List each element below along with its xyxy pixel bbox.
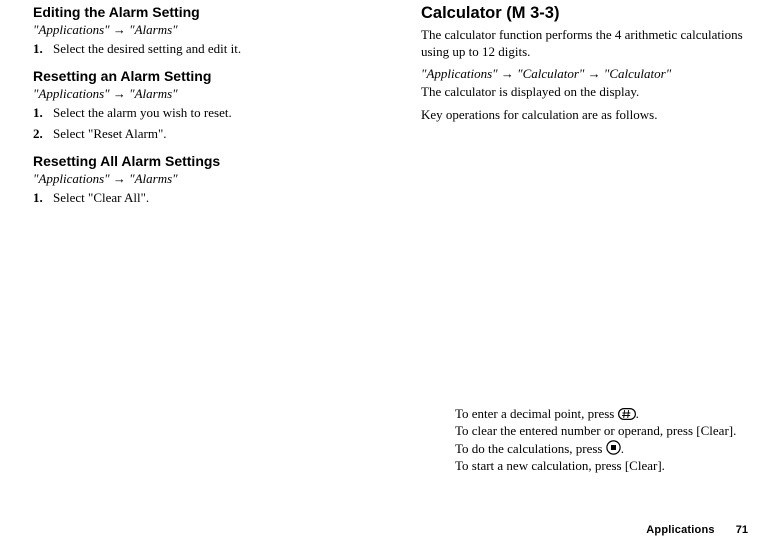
step-number: 1. [33,189,53,207]
steps-edit-alarm: 1. Select the desired setting and edit i… [33,40,378,58]
arrow-icon: → [113,22,126,37]
left-column: Editing the Alarm Setting "Applications"… [33,4,378,216]
instr-decimal: To enter a decimal point, press . [455,406,755,423]
nav-calculator: "Applications" → "Calculator" → "Calcula… [421,66,766,82]
nav-part: "Alarms" [129,22,177,37]
instr-decimal-text-b: . [636,406,639,421]
instr-clear-operand: To clear the entered number or operand, … [455,423,755,440]
section-reset-alarm: Resetting an Alarm Setting "Applications… [33,68,378,143]
list-item: 1. Select "Clear All". [33,189,378,207]
instr-do-calc-text-b: . [621,441,624,456]
hash-key-icon [618,408,636,420]
footer-page-number: 71 [736,524,748,536]
steps-reset-all-alarms: 1. Select "Clear All". [33,189,378,207]
nav-part: "Calculator" [517,66,584,81]
nav-part: "Applications" [421,66,498,81]
list-item: 2. Select "Reset Alarm". [33,125,378,143]
heading-calculator-code: (M 3-3) [506,4,559,22]
page-footer: Applications 71 [646,524,748,536]
section-edit-alarm: Editing the Alarm Setting "Applications"… [33,4,378,58]
center-key-icon [606,440,621,455]
calculator-intro: The calculator function performs the 4 a… [421,27,766,60]
arrow-icon: → [501,66,514,81]
step-number: 2. [33,125,53,143]
nav-part: "Applications" [33,86,110,101]
arrow-icon: → [113,171,126,186]
heading-reset-alarm: Resetting an Alarm Setting [33,68,378,84]
instr-decimal-text-a: To enter a decimal point, press [455,406,618,421]
step-text: Select "Reset Alarm". [53,125,167,143]
nav-part: "Alarms" [129,86,177,101]
step-text: Select the alarm you wish to reset. [53,104,232,122]
heading-calculator: Calculator (M 3-3) [421,4,766,23]
heading-calculator-text: Calculator [421,4,502,22]
heading-edit-alarm: Editing the Alarm Setting [33,4,378,20]
arrow-icon: → [588,66,601,81]
list-item: 1. Select the alarm you wish to reset. [33,104,378,122]
calculator-display-note: The calculator is displayed on the displ… [421,84,766,101]
instr-new-calc: To start a new calculation, press [Clear… [455,458,755,475]
list-item: 1. Select the desired setting and edit i… [33,40,378,58]
nav-edit-alarm: "Applications" → "Alarms" [33,22,378,38]
nav-reset-alarm: "Applications" → "Alarms" [33,86,378,102]
calculator-keyops-intro: Key operations for calculation are as fo… [421,107,766,124]
step-number: 1. [33,40,53,58]
instr-do-calc-text-a: To do the calculations, press [455,441,606,456]
steps-reset-alarm: 1. Select the alarm you wish to reset. 2… [33,104,378,143]
nav-part: "Applications" [33,22,110,37]
arrow-icon: → [113,86,126,101]
nav-part: "Calculator" [604,66,671,81]
step-text: Select "Clear All". [53,189,149,207]
footer-section-label: Applications [646,524,714,536]
nav-part: "Applications" [33,171,110,186]
calculator-key-instructions: To enter a decimal point, press . To cle… [455,406,755,475]
instr-do-calc: To do the calculations, press . [455,440,755,458]
right-column: Calculator (M 3-3) The calculator functi… [421,4,766,130]
page: Editing the Alarm Setting "Applications"… [0,0,781,552]
step-text: Select the desired setting and edit it. [53,40,241,58]
heading-reset-all-alarms: Resetting All Alarm Settings [33,153,378,169]
section-reset-all-alarms: Resetting All Alarm Settings "Applicatio… [33,153,378,207]
nav-reset-all-alarms: "Applications" → "Alarms" [33,171,378,187]
nav-part: "Alarms" [129,171,177,186]
step-number: 1. [33,104,53,122]
